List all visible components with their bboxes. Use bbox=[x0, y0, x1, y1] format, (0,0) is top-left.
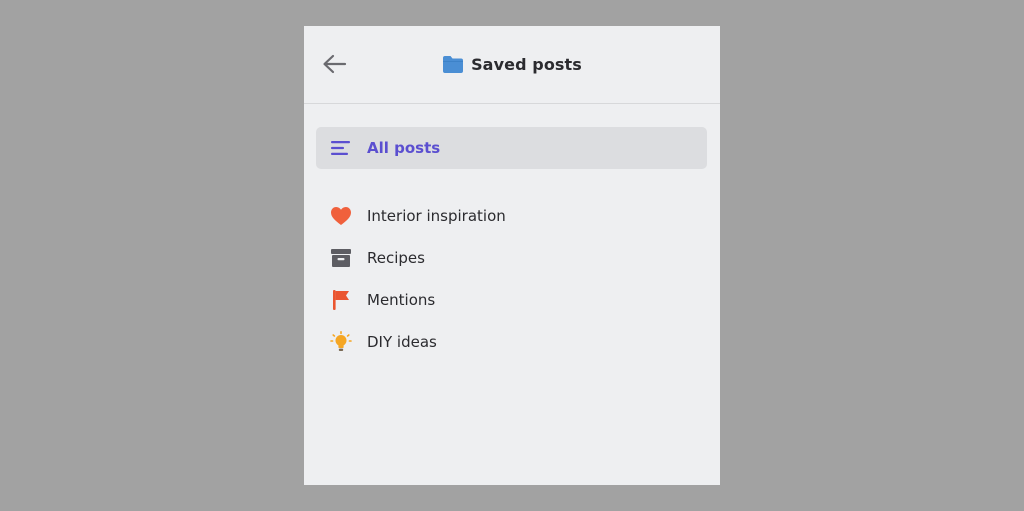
collection-recipes[interactable]: Recipes bbox=[304, 237, 720, 279]
header-title-group: Saved posts bbox=[304, 26, 720, 103]
all-posts-label: All posts bbox=[367, 139, 441, 157]
flag-icon bbox=[330, 289, 352, 311]
collection-diy-ideas[interactable]: DIY ideas bbox=[304, 321, 720, 363]
list-lines-icon bbox=[330, 137, 352, 159]
collection-interior-inspiration[interactable]: Interior inspiration bbox=[304, 195, 720, 237]
folder-icon bbox=[442, 55, 464, 74]
archive-box-icon bbox=[330, 247, 352, 269]
header: Saved posts bbox=[304, 26, 720, 104]
collection-label: Mentions bbox=[367, 291, 436, 309]
collection-label: Recipes bbox=[367, 249, 425, 267]
heart-icon bbox=[330, 205, 352, 227]
collection-mentions[interactable]: Mentions bbox=[304, 279, 720, 321]
page-title: Saved posts bbox=[471, 55, 582, 74]
saved-posts-panel: Saved posts All posts Interior inspirati… bbox=[304, 26, 720, 485]
collection-label: Interior inspiration bbox=[367, 207, 506, 225]
all-posts-item[interactable]: All posts bbox=[316, 127, 707, 169]
collection-label: DIY ideas bbox=[367, 333, 437, 351]
collections-list: Interior inspiration Recipes Mentions DI… bbox=[304, 195, 720, 363]
lightbulb-icon bbox=[330, 331, 352, 353]
